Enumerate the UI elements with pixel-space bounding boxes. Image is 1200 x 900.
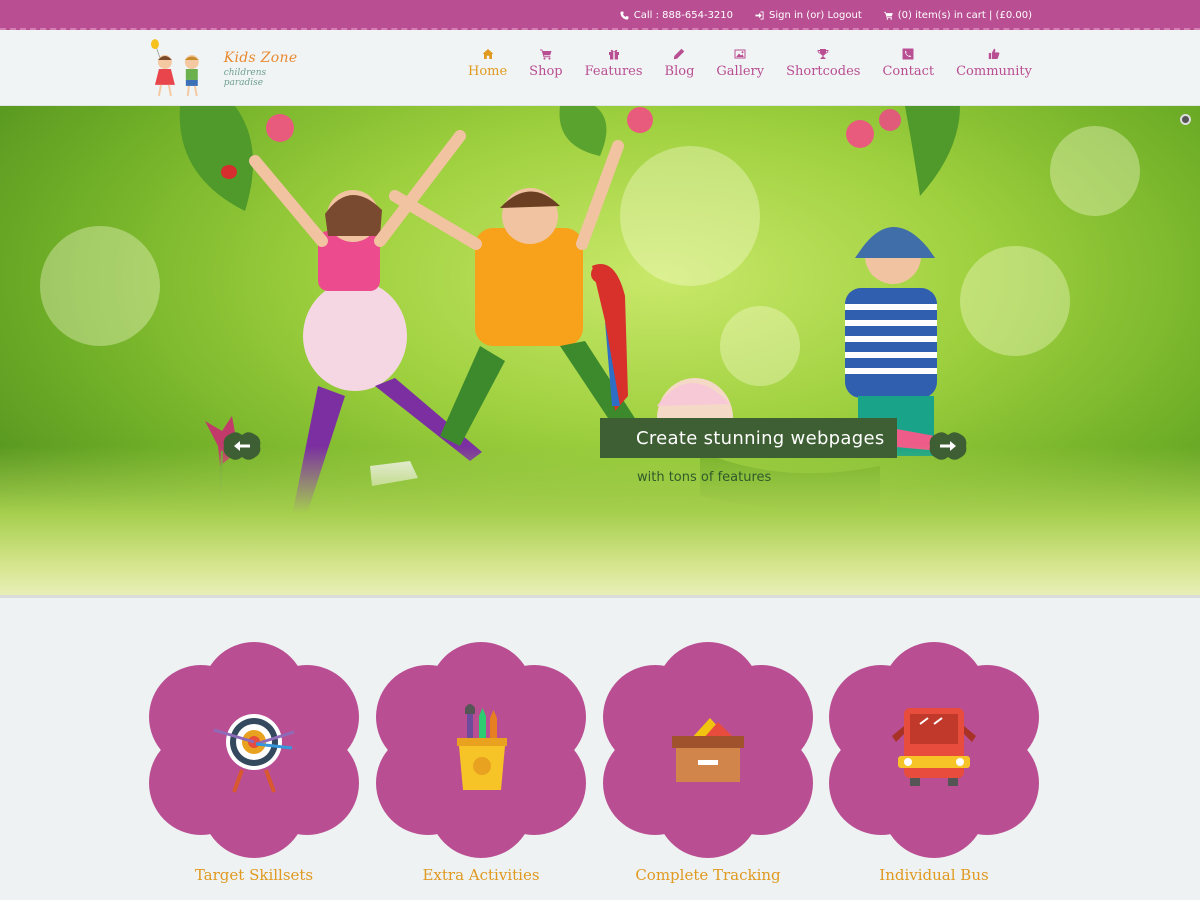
cart-icon xyxy=(883,11,893,20)
logo-subtitle: childrens paradise xyxy=(223,68,267,88)
sign-in-text: Sign in (or) Logout xyxy=(769,9,862,21)
nav-item-gallery[interactable]: Gallery xyxy=(716,48,764,79)
slider-pager-dot[interactable] xyxy=(1180,114,1191,125)
thumbs-up-icon xyxy=(988,48,1000,59)
nav-label-shop: Shop xyxy=(529,64,563,79)
cart-link[interactable]: (0) item(s) in cart | (£0.00) xyxy=(883,9,1032,21)
nav-item-contact[interactable]: Contact xyxy=(882,48,934,79)
top-bar: Call : 888-654-3210 Sign in (or) Logout … xyxy=(0,0,1200,30)
file-drawer-icon xyxy=(672,718,744,782)
nav-item-home[interactable]: Home xyxy=(468,48,507,79)
home-icon xyxy=(482,49,494,59)
phone-link[interactable]: Call : 888-654-3210 xyxy=(620,10,733,21)
gift-icon xyxy=(608,49,619,60)
bus-icon xyxy=(892,708,976,786)
phone-icon xyxy=(620,10,629,20)
feature-label: Target Skillsets xyxy=(194,866,314,884)
pencil-cup-icon xyxy=(457,704,507,790)
slide-caption: Create stunning webpages xyxy=(600,418,897,458)
slider-prev-arrow[interactable] xyxy=(222,432,262,460)
feature-label: Extra Activities xyxy=(422,866,540,884)
phone-text: Call : 888-654-3210 xyxy=(633,9,734,21)
logo-title: Kids Zone xyxy=(223,50,298,66)
pencil-icon xyxy=(674,48,685,60)
feature-label: Complete Tracking xyxy=(635,866,781,884)
features-section: Target Skillsets Extra Activities Comple… xyxy=(0,598,1200,900)
nav-label-blog: Blog xyxy=(664,64,695,79)
main-nav: Home Shop Features Blog Gallery Shortcod… xyxy=(468,48,1032,79)
sign-in-icon xyxy=(755,10,764,20)
feature-label: Individual Bus xyxy=(879,866,989,884)
feature-target-skillsets[interactable]: Target Skillsets xyxy=(149,642,359,884)
slide-caption-text: Create stunning webpages xyxy=(636,427,885,449)
nav-label-shortcodes: Shortcodes xyxy=(786,64,861,79)
trophy-icon xyxy=(817,49,829,59)
nav-item-community[interactable]: Community xyxy=(956,48,1032,79)
logo-text: Kids Zone childrens paradise xyxy=(224,50,308,88)
nav-item-blog[interactable]: Blog xyxy=(664,48,695,79)
site-header: Kids Zone childrens paradise Home Shop F… xyxy=(0,30,1200,106)
cart-icon xyxy=(539,49,552,60)
grass-foreground xyxy=(0,446,1200,596)
kids-logo-icon xyxy=(150,39,199,97)
nav-label-features: Features xyxy=(584,64,643,79)
slider-next-arrow[interactable] xyxy=(928,432,968,460)
phone-square-icon xyxy=(902,48,914,60)
nav-item-shortcodes[interactable]: Shortcodes xyxy=(786,48,860,79)
nav-item-features[interactable]: Features xyxy=(585,48,643,79)
cart-text: (0) item(s) in cart | (£0.00) xyxy=(897,9,1032,21)
image-icon xyxy=(734,49,746,59)
top-bar-links: Call : 888-654-3210 Sign in (or) Logout … xyxy=(620,0,1032,30)
nav-label-home: Home xyxy=(467,64,508,79)
site-logo[interactable]: Kids Zone childrens paradise xyxy=(148,38,308,100)
nav-label-contact: Contact xyxy=(882,64,935,79)
feature-extra-activities[interactable]: Extra Activities xyxy=(376,642,586,884)
hero-slider: Create stunning webpages with tons of fe… xyxy=(0,106,1200,596)
slide-subcaption: with tons of features xyxy=(637,470,772,485)
nav-item-shop[interactable]: Shop xyxy=(529,48,563,79)
feature-individual-bus[interactable]: Individual Bus xyxy=(829,642,1039,884)
sign-in-link[interactable]: Sign in (or) Logout xyxy=(755,10,862,21)
feature-complete-tracking[interactable]: Complete Tracking xyxy=(603,642,813,884)
nav-label-community: Community xyxy=(956,64,1032,79)
nav-label-gallery: Gallery xyxy=(716,64,765,79)
target-icon xyxy=(213,714,295,793)
